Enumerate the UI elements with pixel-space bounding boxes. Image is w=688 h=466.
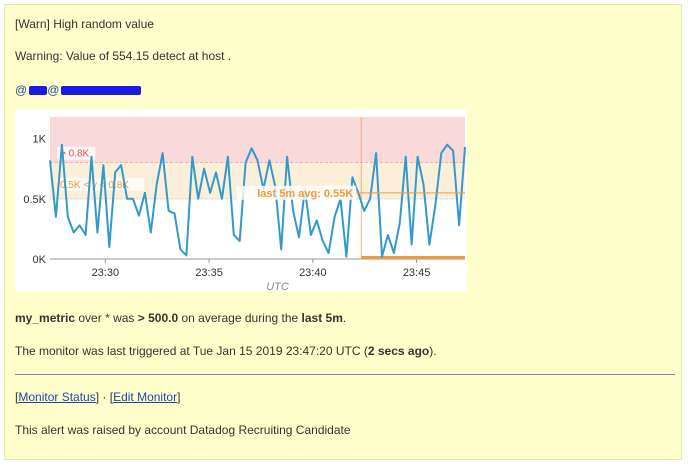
evaluation-window: last 5m bbox=[301, 311, 343, 325]
triggered-suffix: ). bbox=[429, 344, 437, 358]
mention-separator: @ bbox=[47, 83, 60, 97]
alert-notification: [Warn] High random value Warning: Value … bbox=[4, 4, 682, 460]
metric-name: my_metric bbox=[15, 311, 76, 325]
eval-window-bar bbox=[361, 256, 465, 259]
y-tick-label: 1K bbox=[33, 134, 47, 146]
x-tick-label: 23:30 bbox=[92, 267, 120, 279]
x-tick-label: 23:45 bbox=[403, 267, 431, 279]
alert-title: [Warn] High random value bbox=[15, 17, 154, 31]
metric-graph: > 0.8K 0.5K < y < 0.8K 1K 0.5K 0K 23:30 23:35 2… bbox=[15, 109, 467, 293]
warning-message: Warning: Value of 554.15 detect at host … bbox=[15, 49, 232, 63]
threshold-value: > 500.0 bbox=[137, 311, 179, 325]
summary-text-end: . bbox=[342, 311, 347, 325]
threshold-label-alert: > 0.8K bbox=[60, 149, 90, 160]
redacted-domain bbox=[61, 86, 142, 96]
last-triggered: The monitor was last triggered at Tue Ja… bbox=[15, 344, 437, 358]
threshold-band-alert bbox=[50, 117, 465, 163]
links-separator: · bbox=[99, 390, 110, 404]
y-tick-label: 0K bbox=[33, 254, 47, 266]
user-mention[interactable]: @ @ bbox=[15, 83, 142, 97]
monitor-summary: my_metric over * was > 500.0 on average … bbox=[15, 311, 346, 325]
monitor-status-link[interactable]: Monitor Status bbox=[18, 390, 95, 404]
y-tick-label: 0.5K bbox=[23, 194, 46, 206]
summary-text-was: was bbox=[109, 311, 138, 325]
triggered-ago: 2 secs ago bbox=[367, 344, 430, 358]
account-footer: This alert was raised by account Datadog… bbox=[15, 423, 351, 437]
metric-graph-svg: > 0.8K0.5K < y < 0.8K1K0.5K0K23:30 23:35 2… bbox=[23, 117, 466, 293]
x-axis-label: UTC bbox=[266, 281, 289, 292]
triggered-text: The monitor was last triggered at Tue Ja… bbox=[15, 344, 368, 358]
mention-at-sign: @ bbox=[15, 83, 28, 97]
x-tick-label: 23:35 bbox=[195, 267, 223, 279]
edit-monitor-link[interactable]: Edit Monitor bbox=[113, 390, 177, 404]
avg-annotation: last 5m avg: 0.55K bbox=[257, 188, 353, 200]
redacted-username bbox=[29, 86, 48, 96]
summary-text-over: over bbox=[75, 311, 106, 325]
divider bbox=[15, 374, 675, 375]
bracket-close-2: ] bbox=[177, 390, 181, 404]
x-tick-label: 23:40 bbox=[299, 267, 327, 279]
summary-text-avg: on average during the bbox=[178, 311, 302, 325]
monitor-links: [Monitor Status] · [Edit Monitor] bbox=[15, 390, 180, 404]
